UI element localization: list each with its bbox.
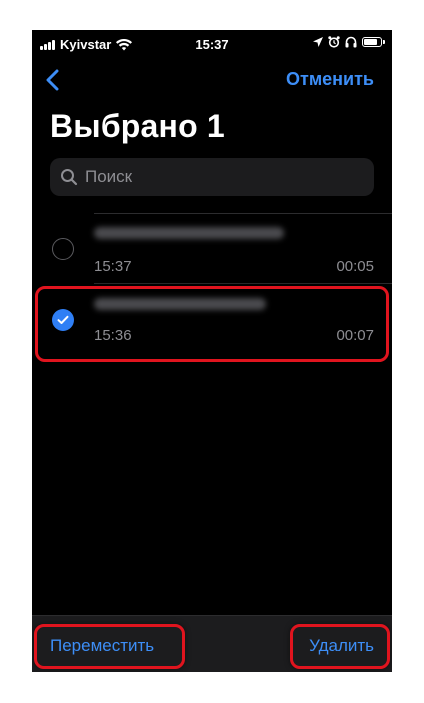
chevron-left-icon <box>46 69 59 91</box>
search-icon <box>60 168 78 186</box>
headphones-icon <box>345 36 357 48</box>
select-circle-unchecked-icon[interactable] <box>52 238 74 260</box>
battery-icon <box>362 37 385 47</box>
move-highlight <box>34 624 185 669</box>
alarm-icon <box>328 36 340 48</box>
back-button[interactable] <box>40 67 64 93</box>
recording-title-blurred <box>94 227 284 239</box>
selection-highlight <box>35 286 389 362</box>
status-right <box>313 36 385 48</box>
cancel-button[interactable]: Отменить <box>286 69 374 90</box>
search-bar[interactable] <box>50 158 374 196</box>
status-bar: Kyivstar 15:37 <box>32 30 392 58</box>
recording-time: 15:37 <box>94 258 132 275</box>
recording-duration: 00:05 <box>336 258 374 275</box>
page-title: Выбрано 1 <box>50 108 225 144</box>
phone-screen: Kyivstar 15:37 Отменить Выбрано 1 Поиск … <box>32 30 392 672</box>
recording-item[interactable]: 15:37 00:05 <box>32 216 392 284</box>
divider <box>94 213 392 214</box>
delete-highlight <box>290 624 390 669</box>
location-icon <box>313 37 323 47</box>
divider <box>94 283 392 284</box>
search-input[interactable] <box>83 166 357 188</box>
